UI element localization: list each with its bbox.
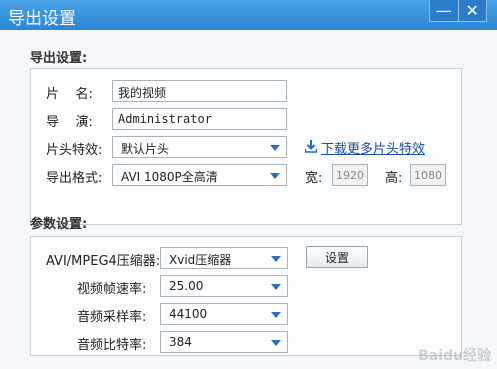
- chevron-down-icon: [271, 340, 281, 346]
- codec-select[interactable]: Xvid压缩器: [160, 247, 288, 269]
- export-section-title: 导出设置:: [30, 51, 88, 66]
- bitrate-value: 384: [169, 335, 192, 349]
- param-section-title: 参数设置:: [30, 217, 88, 232]
- director-label: 导 演:: [46, 115, 93, 130]
- height-label: 高:: [385, 171, 403, 186]
- height-field[interactable]: 1080: [410, 164, 446, 186]
- export-format-select[interactable]: AVI 1080P全高清: [112, 164, 287, 186]
- chevron-down-icon: [270, 173, 280, 179]
- download-icon: [305, 140, 317, 153]
- codec-settings-button[interactable]: 设置: [306, 246, 368, 268]
- chevron-down-icon: [271, 284, 281, 290]
- samplerate-select[interactable]: 44100: [160, 303, 288, 325]
- bitrate-label: 音频比特率:: [77, 338, 147, 353]
- close-button[interactable]: ✕: [457, 0, 487, 21]
- framerate-value: 25.00: [169, 279, 204, 293]
- watermark: Baidu经验: [418, 348, 491, 364]
- window-title: 导出设置: [8, 9, 76, 29]
- framerate-label: 视频帧速率:: [77, 282, 147, 297]
- chevron-down-icon: [271, 312, 281, 318]
- samplerate-value: 44100: [169, 307, 208, 321]
- framerate-select[interactable]: 25.00: [160, 275, 288, 297]
- dialog-body: 导出设置: 片 名: 我的视频 导 演: Administrator 片头特效:…: [0, 30, 497, 369]
- window-controls: — ✕: [429, 0, 487, 22]
- bitrate-select[interactable]: 384: [160, 331, 288, 353]
- width-label: 宽:: [305, 171, 323, 186]
- chevron-down-icon: [270, 145, 280, 151]
- download-more-effects-link[interactable]: 下载更多片头特效: [321, 138, 425, 157]
- opening-effect-label: 片头特效:: [46, 143, 103, 158]
- export-format-value: AVI 1080P全高清: [121, 170, 218, 184]
- close-icon: ✕: [465, 0, 479, 20]
- samplerate-label: 音频采样率:: [77, 310, 147, 325]
- minimize-button[interactable]: —: [430, 0, 458, 21]
- codec-label: AVI/MPEG4压缩器:: [46, 254, 161, 269]
- minimize-icon: —: [435, 0, 452, 20]
- chevron-down-icon: [271, 256, 281, 262]
- name-label: 片 名:: [46, 87, 93, 102]
- director-field[interactable]: Administrator: [112, 108, 287, 130]
- export-format-label: 导出格式:: [46, 171, 103, 186]
- opening-effect-select[interactable]: 默认片头: [112, 136, 287, 158]
- opening-effect-value: 默认片头: [121, 142, 170, 156]
- width-field[interactable]: 1920: [332, 164, 368, 186]
- codec-value: Xvid压缩器: [169, 253, 232, 267]
- name-field[interactable]: 我的视频: [112, 80, 287, 102]
- title-bar: 导出设置 — ✕: [0, 0, 497, 30]
